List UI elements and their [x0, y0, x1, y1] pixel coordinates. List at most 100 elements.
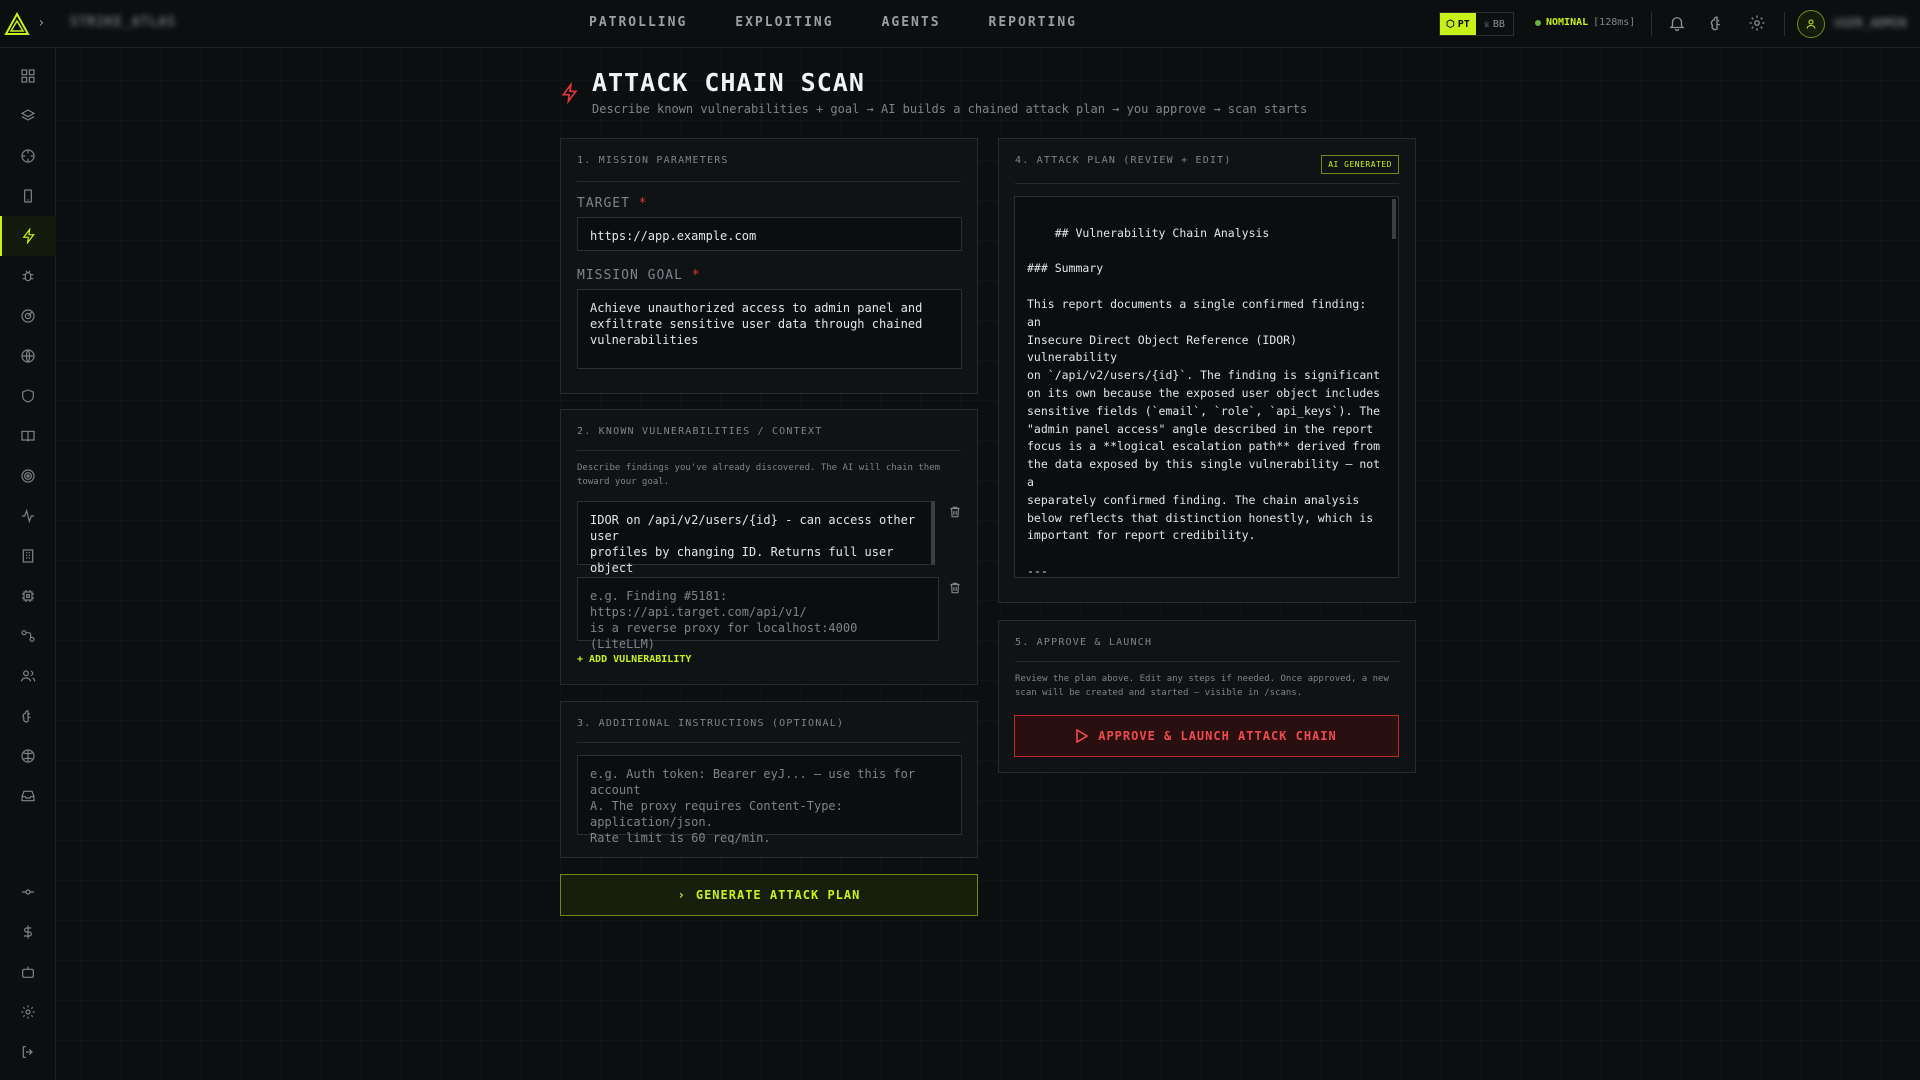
mobile-icon — [24, 189, 32, 203]
trophy-icon: ♕ — [1483, 18, 1490, 30]
trash-icon[interactable] — [948, 581, 962, 595]
top-bar: › STRIKE_ATLAS PATROLLING EXPLOITING AGE… — [0, 0, 1920, 48]
sidebar-item-activity[interactable] — [0, 496, 56, 536]
mission-goal-label: MISSION GOAL * — [577, 268, 701, 283]
chevron-right-icon[interactable]: › — [37, 15, 45, 31]
generate-attack-plan-button[interactable]: › GENERATE ATTACK PLAN — [560, 874, 978, 916]
activity-icon — [22, 508, 34, 524]
sidebar-item-mobile[interactable] — [0, 176, 56, 216]
sidebar-item-workflow[interactable] — [0, 616, 56, 656]
chevron-right-icon: › — [677, 888, 686, 902]
brand-name: STRIKE_ATLAS — [70, 15, 176, 30]
mission-parameters-panel: 1. MISSION PARAMETERS TARGET * https://a… — [560, 138, 978, 394]
nav-patrolling[interactable]: PATROLLING — [589, 15, 687, 30]
sidebar-item-target[interactable] — [0, 456, 56, 496]
bell-icon[interactable] — [1668, 14, 1686, 32]
sidebar-item-shield[interactable] — [0, 376, 56, 416]
divider — [1015, 661, 1399, 662]
page-subtitle: Describe known vulnerabilities + goal → … — [592, 102, 1308, 116]
mission-goal-label-text: MISSION GOAL — [577, 268, 683, 283]
add-vulnerability-button[interactable]: + ADD VULNERABILITY — [577, 654, 691, 665]
divider — [1651, 12, 1652, 36]
section-title: 3. ADDITIONAL INSTRUCTIONS (OPTIONAL) — [577, 718, 845, 729]
sidebar-item-globe[interactable] — [0, 336, 56, 376]
system-status: NOMINAL [128ms] — [1535, 17, 1635, 28]
lightning-icon — [561, 82, 578, 104]
sidebar-item-chip[interactable] — [0, 576, 56, 616]
avatar[interactable] — [1797, 10, 1825, 38]
gear-icon[interactable] — [1748, 14, 1766, 32]
sidebar-item-brain[interactable] — [0, 696, 56, 736]
section-title: 5. APPROVE & LAUNCH — [1015, 637, 1153, 648]
scrollbar[interactable] — [1392, 199, 1396, 239]
sidebar-item-radar[interactable] — [0, 296, 56, 336]
plus-icon: + — [577, 654, 584, 665]
attack-plan-editor[interactable]: ## Vulnerability Chain Analysis ### Summ… — [1014, 196, 1399, 578]
divider — [1015, 183, 1399, 184]
vulnerability-textarea-empty[interactable]: e.g. Finding #5181: https://api.target.c… — [577, 577, 939, 651]
sidebar-item-commits[interactable] — [0, 872, 56, 912]
user-icon — [1806, 19, 1816, 29]
sidebar-item-dashboard[interactable] — [0, 56, 56, 96]
sidebar-item-layers[interactable] — [0, 96, 56, 136]
sidebar-item-bots[interactable] — [0, 952, 56, 992]
sidebar-item-billing[interactable] — [0, 912, 56, 952]
building-icon — [22, 549, 34, 563]
latency-value: [128ms] — [1593, 17, 1636, 28]
vulnerabilities-hint: Describe findings you've already discove… — [577, 463, 941, 487]
logo-icon[interactable] — [4, 12, 30, 38]
sidebar-item-inbox[interactable] — [0, 776, 56, 816]
brain-icon[interactable] — [1708, 14, 1726, 32]
sidebar-item-book[interactable] — [0, 416, 56, 456]
section-title: 1. MISSION PARAMETERS — [577, 155, 729, 166]
approve-launch-button[interactable]: APPROVE & LAUNCH ATTACK CHAIN — [1014, 715, 1399, 757]
bug-icon — [22, 270, 34, 282]
ai-generated-badge: AI GENERATED — [1321, 155, 1399, 174]
approve-launch-panel: 5. APPROVE & LAUNCH Review the plan abov… — [998, 620, 1416, 773]
crosshair-icon — [21, 149, 35, 163]
sidebar-item-logout[interactable] — [0, 1032, 56, 1072]
known-vulnerabilities-panel: 2. KNOWN VULNERABILITIES / CONTEXT Descr… — [560, 409, 978, 685]
sidebar-item-network[interactable] — [0, 736, 56, 776]
sidebar-item-crosshair[interactable] — [0, 136, 56, 176]
vulnerability-textarea[interactable]: IDOR on /api/v2/users/{id} - can access … — [577, 501, 935, 591]
hexagon-icon: ⬡ — [1446, 18, 1455, 30]
status-dot-icon — [1535, 19, 1541, 26]
bot-icon — [22, 966, 34, 978]
layers-icon — [20, 109, 36, 121]
mission-goal-textarea[interactable]: Achieve unauthorized access to admin pan… — [577, 289, 962, 369]
lightning-icon — [22, 228, 35, 244]
approve-hint: Review the plan above. Edit any steps if… — [1015, 674, 1389, 698]
sidebar-item-users[interactable] — [0, 656, 56, 696]
nav-agents[interactable]: AGENTS — [882, 15, 941, 30]
users-icon — [20, 670, 36, 682]
sidebar-item-settings[interactable] — [0, 992, 56, 1032]
mode-pt-button[interactable]: ⬡ PT — [1440, 13, 1476, 35]
page-title: ATTACK CHAIN SCAN — [592, 68, 865, 97]
network-icon — [21, 749, 35, 763]
logout-icon — [22, 1046, 33, 1058]
nav-exploiting[interactable]: EXPLOITING — [735, 15, 833, 30]
user-name[interactable]: USER_ADMIN — [1834, 16, 1906, 30]
commit-icon — [22, 889, 34, 895]
sidebar — [0, 48, 56, 1080]
target-input[interactable]: https://app.example.com — [577, 217, 962, 251]
section-title: 2. KNOWN VULNERABILITIES / CONTEXT — [577, 426, 823, 437]
mode-bb-button[interactable]: ♕ BB — [1476, 13, 1513, 35]
mode-toggle: ⬡ PT ♕ BB — [1439, 12, 1514, 36]
trash-icon[interactable] — [948, 505, 962, 519]
add-vulnerability-label: ADD VULNERABILITY — [589, 654, 692, 665]
play-icon — [1076, 729, 1089, 743]
target-icon — [21, 469, 35, 483]
divider — [577, 450, 961, 451]
sidebar-item-bugs[interactable] — [0, 256, 56, 296]
sidebar-item-building[interactable] — [0, 536, 56, 576]
generate-label: GENERATE ATTACK PLAN — [695, 888, 861, 902]
additional-instructions-textarea[interactable]: e.g. Auth token: Bearer eyJ... — use thi… — [577, 755, 962, 845]
sidebar-item-attack-chain[interactable] — [0, 216, 56, 256]
target-label: TARGET * — [577, 196, 648, 211]
dashboard-icon — [21, 69, 35, 83]
nav-reporting[interactable]: REPORTING — [989, 15, 1077, 30]
status-label: NOMINAL — [1546, 17, 1589, 28]
additional-instructions-panel: 3. ADDITIONAL INSTRUCTIONS (OPTIONAL) e.… — [560, 701, 978, 858]
